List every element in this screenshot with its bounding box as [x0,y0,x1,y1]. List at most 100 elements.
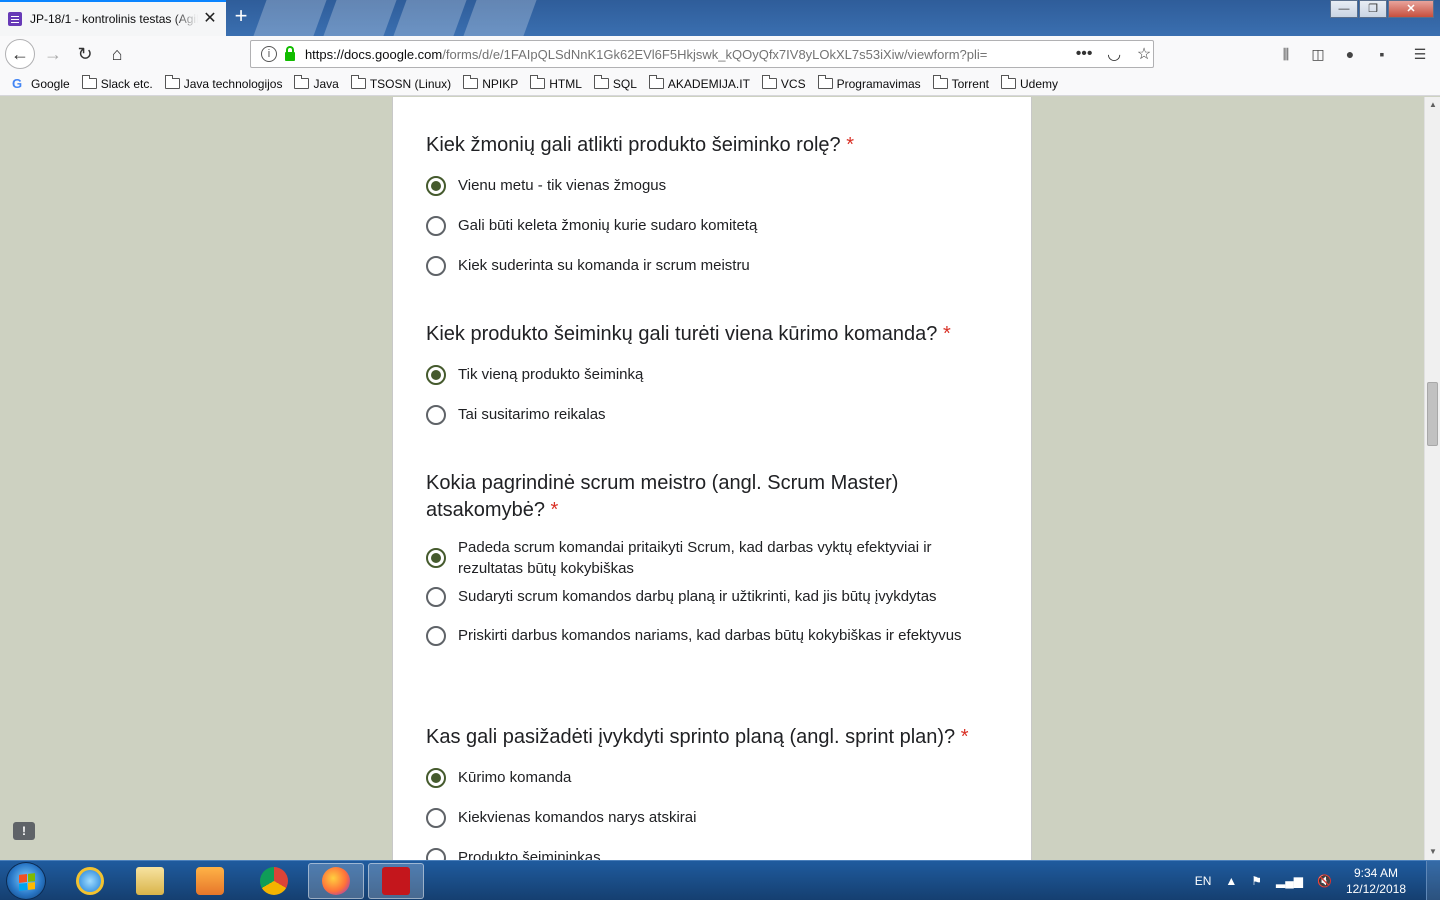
clock[interactable]: 9:34 AM 12/12/2018 [1346,865,1406,897]
radio-selected[interactable] [426,175,446,196]
new-tab-button[interactable]: + [230,5,252,28]
show-hidden-icons-icon[interactable]: ▲ [1225,874,1237,888]
title-bar: JP-18/1 - kontrolinis testas (Agile ✕ + … [0,0,1440,36]
extension-2-icon[interactable]: ▪ [1372,44,1392,64]
tab-close-icon[interactable]: ✕ [202,11,218,27]
chrome-icon [260,867,288,895]
radio-unselected[interactable] [426,586,446,607]
page-actions-icon[interactable]: ••• [1075,45,1093,63]
start-button[interactable] [6,862,46,900]
windows-taskbar: EN ▲ ⚑ ▂▄▆ 🔇 9:34 AM 12/12/2018 [0,860,1440,900]
url-bar[interactable]: i https://docs.google.com/forms/d/e/1FAI… [250,40,1154,68]
question-2: Kiek produkto šeiminkų gali turėti viena… [426,321,1006,425]
option-2-2[interactable]: Tai susitarimo reikalas [426,404,1006,425]
url-path: /forms/d/e/1FAIpQLSdNnK1Gk62EVl6F5Hkjswk… [442,46,988,62]
network-signal-icon[interactable]: ▂▄▆ [1276,874,1303,888]
url-text[interactable]: https://docs.google.com/forms/d/e/1FAIpQ… [305,47,1063,62]
extension-icon[interactable]: ● [1340,44,1360,64]
bookmark-folder-slack[interactable]: Slack etc. [81,75,153,91]
bookmark-folder-npikp[interactable]: NPIKP [463,75,519,91]
bookmark-folder-tsosn[interactable]: TSOSN (Linux) [350,75,451,91]
taskbar-file-explorer[interactable] [122,863,178,899]
bookmark-folder-vcs[interactable]: VCS [761,75,806,91]
question-3: Kokia pagrindinė scrum meistro (angl. Sc… [426,470,962,646]
minimize-button[interactable]: — [1330,0,1358,18]
radio-unselected[interactable] [426,625,446,646]
background-decoration [323,0,397,36]
scroll-up-icon[interactable]: ▲ [1425,97,1440,113]
home-button[interactable]: ⌂ [102,39,132,69]
menu-icon[interactable]: ☰ [1410,44,1430,64]
bookmark-folder-udemy[interactable]: Udemy [1000,75,1058,91]
radio-unselected[interactable] [426,807,446,828]
option-2-1[interactable]: Tik vieną produkto šeiminką [426,364,1006,385]
tab-google-form[interactable]: JP-18/1 - kontrolinis testas (Agile ✕ [0,0,226,36]
folder-icon [294,75,310,89]
folder-icon [817,75,833,89]
option-4-3[interactable]: Produkto šeimininkas [426,847,1006,860]
option-1-1[interactable]: Vienu metu - tik vienas žmogus [426,175,1006,196]
maximize-button[interactable]: ❐ [1359,0,1387,18]
option-3-1[interactable]: Padeda scrum komandai pritaikyti Scrum, … [426,537,986,579]
folder-icon [81,75,97,89]
bookmark-google[interactable]: G Google [12,76,70,91]
radio-selected[interactable] [426,364,446,385]
bookmark-folder-html[interactable]: HTML [530,75,582,91]
sidebar-icon[interactable]: ◫ [1308,44,1328,64]
back-button[interactable]: ← [5,39,35,69]
option-label: Padeda scrum komandai pritaikyti Scrum, … [458,539,932,577]
option-1-3[interactable]: Kiek suderinta su komanda ir scrum meist… [426,255,1006,276]
library-icon[interactable]: ⫼ [1276,44,1296,64]
bookmark-label: Google [31,76,70,91]
radio-unselected[interactable] [426,255,446,276]
taskbar-media-player[interactable] [182,863,238,899]
reload-button[interactable]: ↻ [70,39,100,69]
window-close-button[interactable]: ✕ [1388,0,1434,18]
bookmark-folder-torrent[interactable]: Torrent [932,75,989,91]
taskbar-firefox[interactable] [308,863,364,899]
language-indicator[interactable]: EN [1195,874,1212,888]
show-desktop-button[interactable] [1426,861,1440,900]
question-text: Kas gali pasižadėti įvykdyti sprinto pla… [426,726,956,748]
forward-button[interactable]: → [38,39,68,69]
bookmark-label: NPIKP [482,76,519,91]
action-center-flag-icon[interactable]: ⚑ [1251,874,1262,888]
bookmark-label: VCS [780,76,806,91]
scroll-thumb[interactable] [1427,382,1438,446]
toolbar-icons: ⫼ ◫ ● ▪ ☰ [1264,44,1430,64]
clock-date: 12/12/2018 [1345,882,1406,896]
bookmark-folder-sql[interactable]: SQL [593,75,637,91]
feedback-icon[interactable]: ! [13,822,35,840]
option-label: Kiekvienas komandos narys atskirai [458,809,697,826]
pocket-icon[interactable]: ◡ [1105,44,1123,64]
option-3-3[interactable]: Priskirti darbus komandos nariams, kad d… [426,625,986,646]
radio-unselected[interactable] [426,847,446,860]
option-4-2[interactable]: Kiekvienas komandos narys atskirai [426,807,1006,828]
question-title: Kiek žmonių gali atlikti produkto šeimin… [426,132,1006,159]
bookmark-star-icon[interactable]: ☆ [1135,44,1153,64]
bookmark-folder-java[interactable]: Java [294,75,339,91]
option-3-2[interactable]: Sudaryti scrum komandos darbų planą ir u… [426,586,1006,607]
volume-muted-icon[interactable]: 🔇 [1317,874,1332,888]
radio-unselected[interactable] [426,215,446,236]
bookmark-label: Java [313,76,339,91]
radio-selected[interactable] [426,548,446,568]
option-label: Vienu metu - tik vienas žmogus [458,177,667,194]
tab-title: JP-18/1 - kontrolinis testas (Agile [30,12,198,26]
taskbar-acrobat[interactable] [368,863,424,899]
option-4-1[interactable]: Kūrimo komanda [426,767,1006,788]
taskbar-internet-explorer[interactable] [62,863,118,899]
bookmark-folder-java-technologijos[interactable]: Java technologijos [164,75,282,91]
forward-arrow-icon: → [44,43,62,64]
scroll-down-icon[interactable]: ▼ [1425,844,1440,860]
option-1-2[interactable]: Gali būti keleta žmonių kurie sudaro kom… [426,215,1006,236]
bookmark-folder-akademija[interactable]: AKADEMIJA.IT [648,75,750,91]
bookmark-folder-programavimas[interactable]: Programavimas [817,75,921,91]
radio-unselected[interactable] [426,404,446,425]
site-info-icon[interactable]: i [261,46,277,62]
vertical-scrollbar[interactable]: ▲ ▼ [1424,97,1440,860]
radio-selected[interactable] [426,767,446,788]
home-icon: ⌂ [111,43,123,64]
question-text: Kiek produkto šeiminkų gali turėti viena… [426,323,938,345]
taskbar-chrome[interactable] [246,863,302,899]
